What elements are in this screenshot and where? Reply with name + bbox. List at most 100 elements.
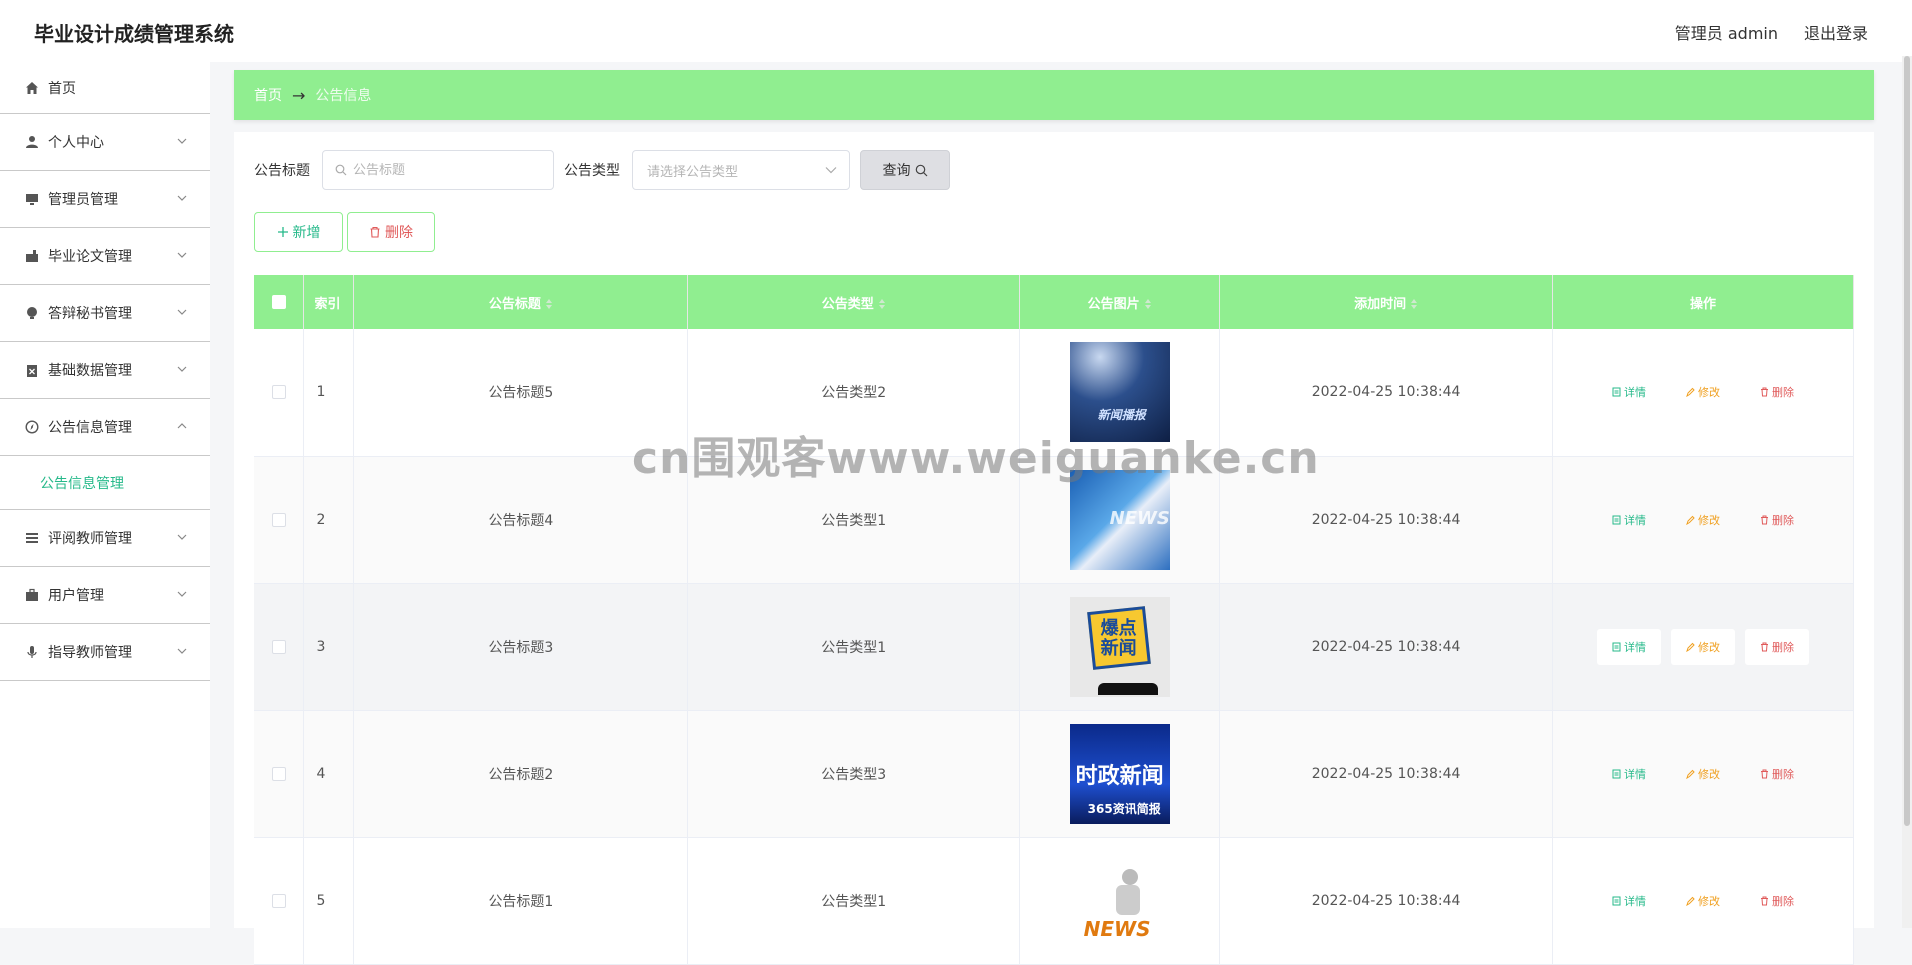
sidebar-item-reviewer[interactable]: 评阅教师管理	[0, 510, 210, 567]
clipboard-icon	[24, 362, 40, 378]
view-button-label: 详情	[1624, 640, 1646, 654]
sidebar-item-label: 毕业论文管理	[48, 249, 132, 265]
notice-image[interactable]: NEWS	[1069, 850, 1170, 951]
row-checkbox[interactable]	[271, 512, 286, 527]
view-button[interactable]: 详情	[1597, 374, 1661, 410]
row-select-cell[interactable]	[254, 710, 305, 838]
sidebar-item-advisor[interactable]: 指导教师管理	[0, 624, 210, 681]
document-icon	[1612, 387, 1621, 397]
row-index: 2	[303, 456, 355, 584]
title-search-field[interactable]	[322, 150, 554, 190]
notice-image[interactable]: 时政新闻 365资讯简报	[1069, 723, 1170, 824]
notice-image[interactable]: 爆点新闻	[1069, 596, 1170, 697]
query-button-label: 查询	[882, 163, 911, 179]
add-button[interactable]: 新增	[254, 212, 343, 252]
column-header-image[interactable]: 公告图片	[1019, 275, 1221, 329]
sort-icon[interactable]	[545, 298, 553, 310]
search-icon	[915, 164, 927, 176]
query-button[interactable]: 查询	[860, 150, 950, 190]
row-title: 公告标题3	[353, 583, 689, 711]
sidebar-item-personal-center[interactable]: 个人中心	[0, 114, 210, 171]
row-select-cell[interactable]	[254, 583, 305, 711]
scrollbar-thumb[interactable]	[1904, 56, 1910, 826]
batch-delete-button[interactable]: 删除	[347, 212, 435, 252]
row-select-cell[interactable]	[254, 456, 305, 584]
sort-icon[interactable]	[1144, 298, 1152, 310]
pencil-icon	[1686, 388, 1695, 398]
type-select[interactable]: 请选择公告类型	[632, 150, 850, 190]
logout-link[interactable]: 退出登录	[1804, 20, 1868, 44]
row-checkbox[interactable]	[271, 639, 286, 654]
trash-icon	[1761, 642, 1768, 651]
view-button[interactable]: 详情	[1597, 756, 1661, 792]
row-type: 公告类型1	[687, 583, 1021, 711]
sidebar-subitem-notice-management[interactable]: 公告信息管理	[0, 456, 210, 510]
sidebar: 首页 个人中心 管理员管理 毕业论文管理 答辩秘书管理 基础数据管理 公告信息管…	[0, 62, 210, 928]
edit-button-label: 修改	[1698, 386, 1720, 400]
toolbar: 新增 删除	[254, 212, 435, 252]
notice-image[interactable]: 新闻播报	[1069, 342, 1170, 443]
row-image-cell: 爆点新闻	[1019, 583, 1221, 711]
row-type: 公告类型1	[687, 837, 1021, 965]
row-checkbox[interactable]	[271, 766, 286, 781]
column-header-time[interactable]: 添加时间	[1219, 275, 1554, 329]
chevron-down-icon	[177, 591, 187, 597]
view-button[interactable]: 详情	[1597, 883, 1661, 919]
sidebar-item-users[interactable]: 用户管理	[0, 567, 210, 624]
edit-button[interactable]: 修改	[1671, 374, 1735, 410]
delete-button[interactable]: 删除	[1745, 502, 1809, 538]
row-checkbox[interactable]	[271, 893, 286, 908]
select-all-cell[interactable]	[254, 275, 305, 329]
document-icon	[1612, 515, 1621, 524]
delete-button[interactable]: 删除	[1745, 756, 1809, 792]
chevron-down-icon	[177, 648, 187, 654]
sidebar-item-home[interactable]: 首页	[0, 62, 210, 114]
sort-icon[interactable]	[878, 298, 886, 310]
search-icon	[335, 164, 347, 176]
view-button[interactable]: 详情	[1597, 628, 1661, 665]
title-search-input[interactable]	[353, 162, 543, 178]
view-button-label: 详情	[1624, 894, 1646, 908]
briefcase-icon	[24, 587, 40, 603]
row-time: 2022-04-25 10:38:44	[1219, 583, 1554, 711]
column-header-index: 索引	[303, 275, 355, 329]
notice-image[interactable]: NEWS	[1069, 469, 1170, 570]
breadcrumb-home[interactable]: 首页	[254, 85, 282, 105]
bulb-icon	[24, 305, 40, 321]
sort-icon[interactable]	[1410, 298, 1418, 310]
page-scrollbar[interactable]	[1902, 56, 1912, 928]
edit-button[interactable]: 修改	[1671, 883, 1735, 919]
title-search-label: 公告标题	[254, 163, 310, 179]
delete-button[interactable]: 删除	[1745, 374, 1809, 410]
pencil-icon	[1686, 642, 1695, 652]
sidebar-item-thesis[interactable]: 毕业论文管理	[0, 228, 210, 285]
pencil-icon	[1686, 896, 1695, 906]
edit-button[interactable]: 修改	[1671, 628, 1735, 665]
sidebar-item-secretary[interactable]: 答辩秘书管理	[0, 285, 210, 342]
column-header-label: 公告类型	[821, 296, 874, 312]
sidebar-item-basic-data[interactable]: 基础数据管理	[0, 342, 210, 399]
delete-button[interactable]: 删除	[1745, 883, 1809, 919]
current-user: 管理员 admin	[1674, 24, 1778, 43]
row-select-cell[interactable]	[254, 837, 305, 965]
row-checkbox[interactable]	[271, 385, 286, 400]
delete-button[interactable]: 删除	[1745, 628, 1809, 665]
row-title: 公告标题2	[353, 710, 689, 838]
view-button-label: 详情	[1624, 767, 1646, 781]
sidebar-item-notice[interactable]: 公告信息管理	[0, 399, 210, 456]
sidebar-item-label: 用户管理	[48, 588, 104, 604]
batch-delete-button-label: 删除	[385, 225, 413, 241]
view-button[interactable]: 详情	[1597, 502, 1661, 538]
table-row: 1 公告标题5 公告类型2 新闻播报 2022-04-25 10:38:44 详…	[254, 329, 1854, 457]
select-all-checkbox[interactable]	[271, 295, 286, 309]
edit-button[interactable]: 修改	[1671, 756, 1735, 792]
column-header-type[interactable]: 公告类型	[687, 275, 1021, 329]
edit-button-label: 修改	[1698, 894, 1720, 908]
row-select-cell[interactable]	[254, 329, 305, 457]
chevron-down-icon	[177, 366, 187, 372]
home-icon	[24, 80, 40, 96]
column-header-title[interactable]: 公告标题	[353, 275, 689, 329]
sidebar-item-admin[interactable]: 管理员管理	[0, 171, 210, 228]
plus-icon	[277, 227, 288, 237]
edit-button[interactable]: 修改	[1671, 502, 1735, 538]
